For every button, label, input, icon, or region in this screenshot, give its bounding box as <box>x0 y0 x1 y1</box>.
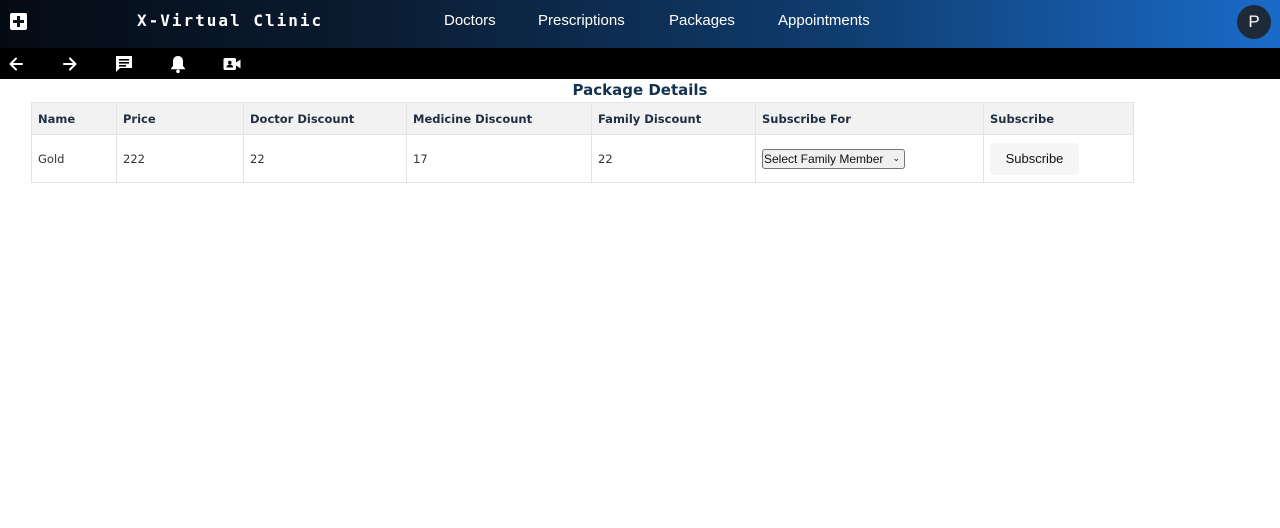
back-arrow-icon[interactable] <box>6 54 26 74</box>
plus-logo-icon[interactable] <box>10 13 27 30</box>
cell-subscribe: Subscribe <box>983 134 1134 183</box>
brand-title[interactable]: X-Virtual Clinic <box>137 11 323 30</box>
cell-name: Gold <box>31 134 117 183</box>
table-header-row: Name Price Doctor Discount Medicine Disc… <box>31 102 1134 135</box>
bell-icon[interactable] <box>168 54 188 74</box>
forward-arrow-icon[interactable] <box>60 54 80 74</box>
nav-doctors[interactable]: Doctors <box>444 12 496 29</box>
cell-price: 222 <box>116 134 244 183</box>
avatar[interactable]: P <box>1237 5 1271 39</box>
toolbar <box>0 48 1280 79</box>
cell-medicine-discount: 17 <box>406 134 592 183</box>
nav-packages[interactable]: Packages <box>669 12 735 29</box>
cell-doctor-discount: 22 <box>243 134 407 183</box>
col-family-discount: Family Discount <box>591 102 756 135</box>
col-subscribe-for: Subscribe For <box>755 102 984 135</box>
nav-appointments[interactable]: Appointments <box>778 12 870 29</box>
table-row: Gold 222 22 17 22 Select Family Member ⌄… <box>31 134 1134 183</box>
nav-prescriptions[interactable]: Prescriptions <box>538 12 625 29</box>
family-member-select-value: Select Family Member <box>764 151 884 166</box>
package-table: Name Price Doctor Discount Medicine Disc… <box>31 102 1134 183</box>
col-doctor-discount: Doctor Discount <box>243 102 407 135</box>
subscribe-button[interactable]: Subscribe <box>990 142 1079 175</box>
page-title: Package Details <box>572 81 708 99</box>
chat-icon[interactable] <box>114 54 134 74</box>
family-member-select[interactable]: Select Family Member ⌄ <box>762 148 905 169</box>
col-medicine-discount: Medicine Discount <box>406 102 592 135</box>
col-price: Price <box>116 102 244 135</box>
col-subscribe: Subscribe <box>983 102 1134 135</box>
video-call-icon[interactable] <box>222 54 242 74</box>
chevron-down-icon: ⌄ <box>892 153 900 163</box>
cell-subscribe-for: Select Family Member ⌄ <box>755 134 984 183</box>
cell-family-discount: 22 <box>591 134 756 183</box>
top-navbar: X-Virtual Clinic Doctors Prescriptions P… <box>0 0 1280 48</box>
col-name: Name <box>31 102 117 135</box>
